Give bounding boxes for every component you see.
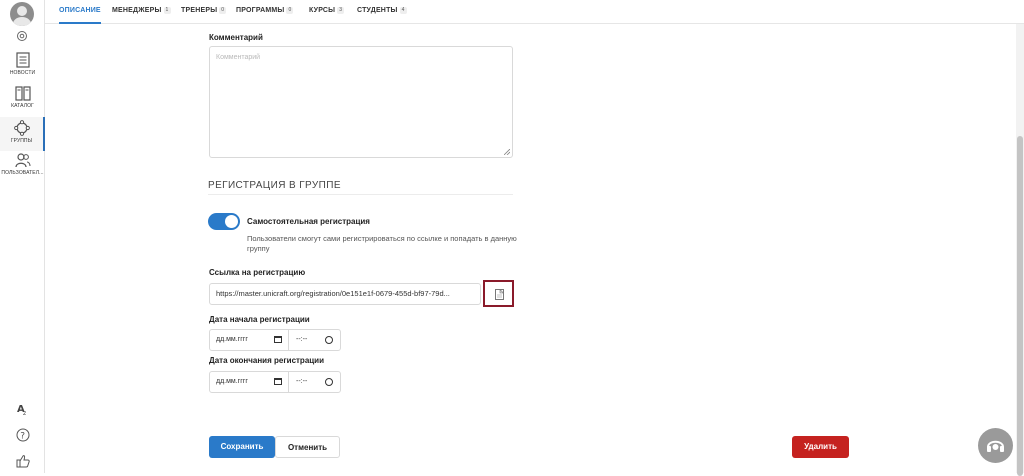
- self-registration-description: Пользователи смогут сами регистрироватьс…: [247, 234, 517, 253]
- headset-icon: [987, 440, 1004, 452]
- end-date-input[interactable]: дд.мм.гггг: [210, 372, 289, 392]
- section-divider: [208, 194, 513, 195]
- clock-icon[interactable]: [325, 378, 333, 386]
- end-date-label: Дата окончания регистрации: [209, 356, 325, 365]
- users-icon: [14, 153, 30, 168]
- news-icon: [15, 52, 30, 68]
- tab-count-badge: 1: [163, 6, 171, 14]
- start-date-input[interactable]: дд.мм.гггг: [210, 330, 289, 350]
- left-sidebar: НОВОСТИ КАТАЛОГ ГРУППЫ ПОЛЬЗОВАТЕЛ... A …: [0, 0, 45, 473]
- page-scrollbar[interactable]: [1016, 24, 1024, 476]
- tab-managers[interactable]: МЕНЕДЖЕРЫ 1: [112, 0, 171, 24]
- sidebar-item-label: ПОЛЬЗОВАТЕЛ...: [1, 170, 44, 176]
- delete-button[interactable]: Удалить: [792, 436, 849, 458]
- tab-courses[interactable]: КУРСЫ 3: [309, 0, 345, 24]
- cancel-button[interactable]: Отменить: [275, 436, 340, 458]
- tab-students[interactable]: СТУДЕНТЫ 4: [357, 0, 407, 24]
- svg-text:z: z: [23, 410, 26, 416]
- registration-section-title: РЕГИСТРАЦИЯ В ГРУППЕ: [208, 180, 341, 191]
- sidebar-item-groups[interactable]: ГРУППЫ: [0, 117, 45, 151]
- start-datetime-input: дд.мм.гггг --:--: [209, 329, 341, 351]
- user-avatar[interactable]: [10, 2, 34, 26]
- start-date-label: Дата начала регистрации: [209, 315, 310, 324]
- translate-icon[interactable]: A z: [16, 402, 30, 416]
- support-chat-button[interactable]: [978, 428, 1013, 463]
- scrollbar-thumb[interactable]: [1017, 136, 1023, 476]
- end-time-input[interactable]: --:--: [289, 372, 341, 392]
- comment-placeholder: Комментарий: [216, 54, 261, 61]
- toggle-knob: [225, 215, 238, 228]
- tab-count-badge: 0: [219, 6, 227, 14]
- copy-icon: [495, 289, 504, 300]
- registration-link-label: Ссылка на регистрацию: [209, 268, 306, 277]
- comment-label: Комментарий: [209, 33, 263, 42]
- catalog-icon: [14, 86, 31, 101]
- sidebar-item-label: ГРУППЫ: [10, 138, 33, 144]
- tab-programs[interactable]: ПРОГРАММЫ 0: [236, 0, 294, 24]
- copy-link-button[interactable]: [483, 280, 514, 307]
- sidebar-item-label: КАТАЛОГ: [11, 103, 34, 109]
- help-icon[interactable]: ?: [16, 428, 30, 442]
- clock-icon[interactable]: [325, 336, 333, 344]
- calendar-icon[interactable]: [274, 378, 282, 385]
- registration-link-field[interactable]: https://master.unicraft.org/registration…: [209, 283, 481, 305]
- sidebar-item-users[interactable]: ПОЛЬЗОВАТЕЛ...: [0, 152, 45, 186]
- save-button[interactable]: Сохранить: [209, 436, 275, 458]
- groups-icon: [13, 120, 30, 136]
- tab-count-badge: 4: [399, 6, 407, 14]
- calendar-icon[interactable]: [274, 336, 282, 343]
- sidebar-item-catalog[interactable]: КАТАЛОГ: [0, 86, 45, 120]
- tab-count-badge: 0: [286, 6, 294, 14]
- sidebar-item-news[interactable]: НОВОСТИ: [0, 52, 45, 86]
- comment-textarea[interactable]: Комментарий: [209, 46, 513, 158]
- self-registration-toggle[interactable]: [208, 213, 240, 230]
- self-registration-title: Самостоятельная регистрация: [247, 217, 370, 226]
- sidebar-item-label: НОВОСТИ: [9, 70, 36, 76]
- tab-count-badge: 3: [337, 6, 345, 14]
- gear-icon[interactable]: [16, 30, 28, 42]
- svg-text:?: ?: [20, 432, 25, 442]
- thumbs-up-icon[interactable]: [16, 454, 30, 468]
- tab-description[interactable]: ОПИСАНИЕ: [59, 0, 101, 24]
- tab-bar: ОПИСАНИЕ МЕНЕДЖЕРЫ 1 ТРЕНЕРЫ 0 ПРОГРАММЫ 0 …: [45, 0, 1024, 24]
- start-time-input[interactable]: --:--: [289, 330, 341, 350]
- end-datetime-input: дд.мм.гггг --:--: [209, 371, 341, 393]
- tab-trainers[interactable]: ТРЕНЕРЫ 0: [181, 0, 227, 24]
- resize-grip-icon[interactable]: [504, 149, 510, 155]
